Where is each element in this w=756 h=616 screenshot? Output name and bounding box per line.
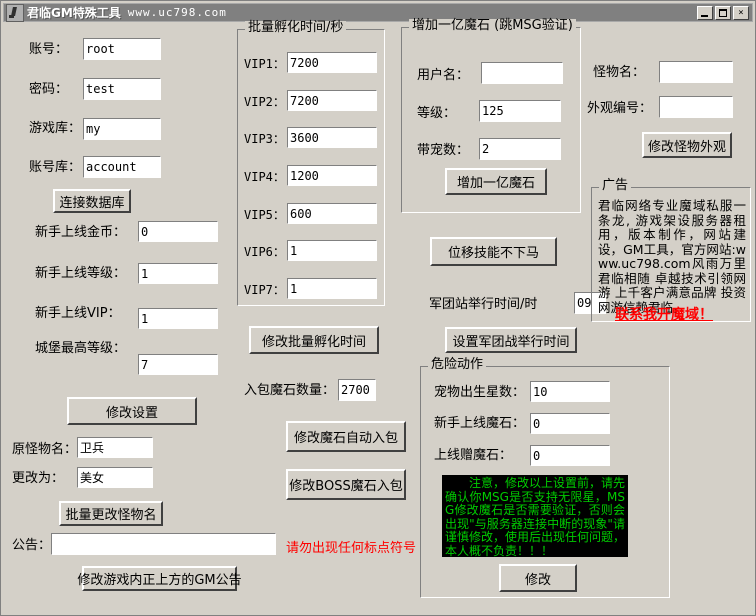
stone-pets-label: 带宠数： xyxy=(417,143,469,159)
vip1-input[interactable]: 7200 xyxy=(287,52,377,73)
login-stone-input[interactable]: 0 xyxy=(530,445,610,466)
monster-name-label: 怪物名： xyxy=(593,65,645,81)
login-stone-label: 上线赠魔石： xyxy=(434,448,512,464)
gamedb-input[interactable]: my xyxy=(83,118,161,140)
notice-hint: 请勿出现任何标点符号 xyxy=(286,537,416,556)
window-controls: × xyxy=(697,6,752,20)
pet-star-label: 宠物出生星数： xyxy=(434,385,525,401)
accountdb-label: 账号库： xyxy=(29,160,81,176)
add-stone-button[interactable]: 增加一亿魔石 xyxy=(445,168,547,195)
stone-level-label: 等级： xyxy=(417,106,456,122)
danger-warning-text: 注意，修改以上设置前，请先确认你MSG是否支持无限星，MSG修改魔石是否需要验证… xyxy=(442,475,628,557)
connect-db-button[interactable]: 连接数据库 xyxy=(53,189,131,213)
newbie-level-input[interactable]: 1 xyxy=(138,263,218,284)
newbie-stone-input[interactable]: 0 xyxy=(530,413,610,434)
vip1-label: VIP1： xyxy=(244,56,285,72)
monster-name-input[interactable] xyxy=(659,61,733,83)
account-label: 账号： xyxy=(29,42,68,58)
vip3-label: VIP3： xyxy=(244,131,285,147)
mount-skill-button[interactable]: 位移技能不下马 xyxy=(430,237,557,266)
batch-rename-button[interactable]: 批量更改怪物名 xyxy=(59,501,163,526)
hatch-time-group-title: 批量孵化时间/秒 xyxy=(245,21,346,35)
application-window: 君临GM特殊工具 www.uc798.com × 账号： root 密码： te… xyxy=(0,0,756,616)
ad-group-title: 广告 xyxy=(599,179,631,193)
vip6-input[interactable]: 1 xyxy=(287,240,377,261)
change-monster-look-button[interactable]: 修改怪物外观 xyxy=(642,132,732,158)
accountdb-input[interactable]: account xyxy=(83,156,161,178)
vip5-input[interactable]: 600 xyxy=(287,203,377,224)
close-button[interactable]: × xyxy=(733,6,749,20)
account-input[interactable]: root xyxy=(83,38,161,60)
title-bar: 君临GM特殊工具 www.uc798.com × xyxy=(3,3,753,22)
newbie-level-label: 新手上线等级： xyxy=(35,266,126,282)
monster-appearance-label: 外观编号： xyxy=(587,101,652,117)
origin-monster-input[interactable]: 卫兵 xyxy=(77,437,153,458)
vip2-label: VIP2： xyxy=(244,94,285,110)
add-stone-group-title: 增加一亿魔石 (跳MSG验证) xyxy=(409,19,576,33)
origin-monster-label: 原怪物名： xyxy=(12,442,77,458)
notice-label: 公告： xyxy=(12,538,51,554)
window-title: 君临GM特殊工具 xyxy=(27,4,121,21)
vip5-label: VIP5： xyxy=(244,207,285,223)
pet-star-input[interactable]: 10 xyxy=(530,381,610,402)
changeto-label: 更改为： xyxy=(12,471,64,487)
vip3-input[interactable]: 3600 xyxy=(287,127,377,148)
maximize-button[interactable] xyxy=(715,6,731,20)
vip4-input[interactable]: 1200 xyxy=(287,165,377,186)
password-input[interactable]: test xyxy=(83,78,161,100)
vip4-label: VIP4： xyxy=(244,169,285,185)
newbie-gold-input[interactable]: 0 xyxy=(138,221,218,242)
auto-stone-bag-button[interactable]: 修改魔石自动入包 xyxy=(286,421,406,452)
newbie-stone-label: 新手上线魔石： xyxy=(434,416,525,432)
contact-link[interactable]: 联系我开魔域！ xyxy=(615,304,713,324)
stone-bag-label: 入包魔石数量： xyxy=(244,383,335,399)
vip7-input[interactable]: 1 xyxy=(287,278,377,299)
password-label: 密码： xyxy=(29,82,68,98)
minimize-button[interactable] xyxy=(697,6,713,20)
boss-stone-bag-button[interactable]: 修改BOSS魔石入包 xyxy=(286,469,406,500)
save-settings-button[interactable]: 修改设置 xyxy=(67,397,197,425)
apply-danger-button[interactable]: 修改 xyxy=(499,564,577,592)
newbie-vip-label: 新手上线VIP： xyxy=(35,306,121,322)
gamedb-label: 游戏库： xyxy=(29,121,81,137)
apply-hatch-time-button[interactable]: 修改批量孵化时间 xyxy=(249,326,379,354)
castle-level-label: 城堡最高等级： xyxy=(35,341,126,357)
newbie-vip-input[interactable]: 1 xyxy=(138,308,218,329)
stone-bag-input[interactable]: 2700 xyxy=(338,379,376,401)
legion-time-label: 军团站举行时间/时 xyxy=(429,297,537,313)
vip2-input[interactable]: 7200 xyxy=(287,90,377,111)
window-title-url: www.uc798.com xyxy=(128,6,227,19)
notice-input[interactable] xyxy=(51,533,276,555)
vip7-label: VIP7： xyxy=(244,282,285,298)
vip6-label: VIP6： xyxy=(244,244,285,260)
stone-username-label: 用户名： xyxy=(417,68,469,84)
monster-appearance-input[interactable] xyxy=(659,96,733,118)
danger-group-title: 危险动作 xyxy=(428,358,486,372)
castle-level-input[interactable]: 7 xyxy=(138,354,218,375)
stone-level-input[interactable]: 125 xyxy=(479,100,561,122)
ad-text: 君临网络专业魔域私服一条龙, 游戏架设服务器租用，版本制作，网站建设，GM工具，… xyxy=(598,199,746,315)
update-notice-button[interactable]: 修改游戏内正上方的GM公告 xyxy=(82,566,237,591)
stone-username-input[interactable] xyxy=(481,62,563,84)
app-icon xyxy=(6,4,24,22)
set-legion-time-button[interactable]: 设置军团战举行时间 xyxy=(445,327,577,353)
stone-pets-input[interactable]: 2 xyxy=(479,138,561,160)
changeto-input[interactable]: 美女 xyxy=(77,467,153,488)
newbie-gold-label: 新手上线金币： xyxy=(35,225,126,241)
